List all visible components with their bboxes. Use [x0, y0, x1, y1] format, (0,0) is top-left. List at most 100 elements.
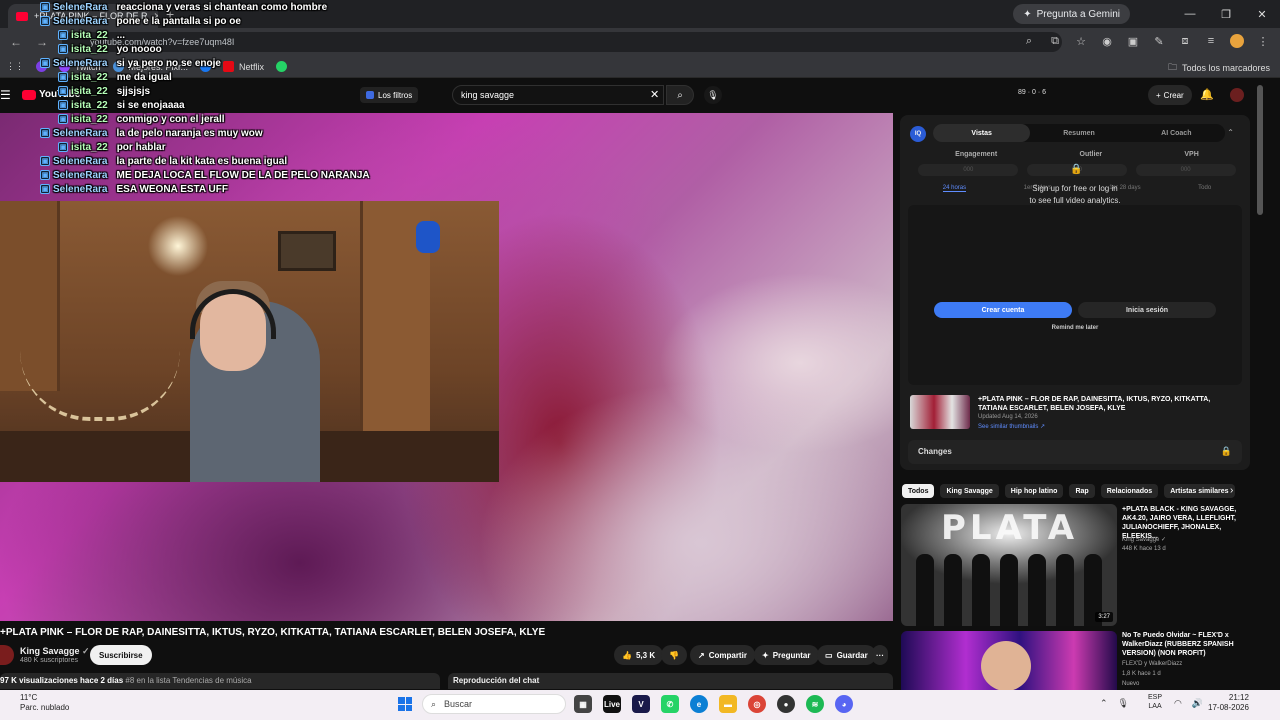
tab-resumen[interactable]: Resumen: [1030, 124, 1127, 142]
chat-replay-header[interactable]: Reproducción del chat: [448, 673, 893, 689]
taskbar-search-label: Buscar: [444, 699, 473, 709]
channel-name[interactable]: King Savagge ✓: [20, 646, 90, 657]
page-scrollbar[interactable]: [1257, 85, 1263, 215]
profile-avatar[interactable]: [1230, 34, 1244, 48]
similar-thumbnails-link[interactable]: See similar thumbnails ↗: [978, 423, 1045, 430]
spotify-icon[interactable]: ≋: [806, 695, 824, 713]
back-icon[interactable]: ←: [10, 35, 22, 49]
chip-relacionados[interactable]: Relacionados: [1100, 484, 1159, 498]
ask-button[interactable]: ✦ Preguntar: [754, 645, 819, 665]
cast-icon[interactable]: ⧉: [1048, 34, 1062, 48]
discord-icon[interactable]: ◕: [835, 695, 853, 713]
network-volume[interactable]: ◠ 🔊: [1174, 698, 1203, 709]
subscribe-button[interactable]: Suscribirse: [90, 645, 152, 665]
create-button[interactable]: + Crear: [1148, 85, 1192, 105]
chip-artistas-similares[interactable]: Artistas similares: [1164, 484, 1235, 498]
chat-text: sjjsjsjs: [116, 85, 151, 97]
chat-message: ▣ SeleneRara la de pelo naranja es muy wow: [40, 126, 600, 140]
recommendation-title[interactable]: No Te Puedo Olvidar ~ FLEX'D x WalkerDia…: [1122, 631, 1250, 658]
edge-icon[interactable]: e: [690, 695, 708, 713]
live-app-icon[interactable]: Live: [603, 695, 621, 713]
verified-icon: ✓: [82, 646, 90, 656]
recommendation-thumbnail[interactable]: PLATA 3:27: [901, 504, 1117, 626]
volume-icon: 🔊: [1191, 698, 1204, 708]
login-button[interactable]: Inicia sesión: [1078, 302, 1216, 318]
create-account-button[interactable]: Crear cuenta: [934, 302, 1072, 318]
menu-icon[interactable]: ⋮: [1256, 34, 1270, 48]
mic-tray-icon[interactable]: 🎙: [1118, 698, 1129, 709]
video-description[interactable]: 97 K visualizaciones hace 2 días #8 en l…: [0, 673, 440, 689]
clear-search-icon[interactable]: ✕: [650, 88, 659, 101]
taskbar-clock[interactable]: 21:12 17-08-2026: [1208, 693, 1249, 713]
gemini-button[interactable]: ✦ Pregunta a Gemini: [1013, 4, 1130, 24]
video-title: +PLATA PINK – FLOR DE RAP, DAINESITTA, I…: [0, 627, 546, 638]
voice-search-button[interactable]: 🎙: [704, 86, 722, 104]
lock-icon: 🔒: [1220, 446, 1232, 456]
whatsapp-icon[interactable]: ✆: [661, 695, 679, 713]
taskbar-search[interactable]: ⌕ Buscar: [422, 694, 566, 714]
recommendation-thumbnail[interactable]: [901, 631, 1117, 691]
extension-stats[interactable]: 89 · 0 · 6: [1018, 89, 1046, 96]
bookmark-star-icon[interactable]: ☆: [1074, 34, 1088, 48]
channel-avatar[interactable]: [0, 645, 14, 665]
chip-hip-hop-latino[interactable]: Hip hop latino: [1004, 484, 1064, 498]
share-button[interactable]: ↗ Compartir: [690, 645, 755, 665]
recommendation-channel[interactable]: King Savagge ✓: [1122, 536, 1166, 543]
trending-text[interactable]: #8 en la lista Tendencias de música: [125, 676, 251, 685]
chat-username: isita_22: [71, 43, 108, 55]
all-bookmarks-button[interactable]: 🗀 Todos los marcadores: [1168, 60, 1270, 76]
youtube-play-icon: [22, 89, 36, 100]
reading-list-icon[interactable]: ≡: [1204, 34, 1218, 48]
dislike-button[interactable]: 👎: [661, 645, 687, 665]
file-explorer-icon[interactable]: ▬: [719, 695, 737, 713]
changes-section[interactable]: Changes 🔒: [908, 440, 1242, 464]
chrome-icon[interactable]: ◎: [748, 695, 766, 713]
like-button[interactable]: 👍 5,3 K: [614, 645, 664, 665]
plus-icon: +: [1156, 90, 1161, 100]
user-avatar[interactable]: [1230, 88, 1244, 102]
translate-icon[interactable]: ▣: [1126, 34, 1140, 48]
remind-later-link[interactable]: Remind me later: [900, 325, 1250, 331]
chat-badge-icon: ▣: [40, 58, 50, 68]
analytics-panel: IQ Vistas Resumen AI Coach ⌃ Engagement …: [900, 115, 1250, 470]
chat-message: ▣ SeleneRara reacciona y veras si chantean…: [40, 0, 600, 14]
pen-icon[interactable]: ✎: [1152, 34, 1166, 48]
save-button[interactable]: ▭ Guardar: [817, 645, 876, 665]
search-button[interactable]: ⌕: [666, 85, 694, 105]
obs-icon[interactable]: ●: [777, 695, 795, 713]
puzzle-icon[interactable]: ⧈: [1178, 34, 1192, 48]
analytics-tabs: Vistas Resumen AI Coach: [933, 124, 1225, 142]
more-actions-button[interactable]: ···: [872, 645, 888, 665]
chat-text: ...: [116, 29, 126, 41]
extension-icon[interactable]: ◉: [1100, 34, 1114, 48]
tray-chevron-icon[interactable]: ⌃: [1100, 698, 1108, 709]
chip-todos[interactable]: Todos: [902, 484, 935, 498]
weather-widget[interactable]: 11°C Parc. nublado: [20, 693, 69, 713]
apps-icon[interactable]: ⋮⋮: [6, 61, 24, 72]
notifications-bell-icon[interactable]: 🔔: [1200, 88, 1214, 101]
tab-vistas[interactable]: Vistas: [933, 124, 1031, 142]
extension-stats-text: 89 · 0 · 6: [1018, 89, 1047, 96]
recommendation-channel[interactable]: FLEX'D y WalkerDiazz: [1122, 661, 1182, 667]
minimize-button[interactable]: —: [1172, 0, 1208, 28]
task-view-icon[interactable]: ▦: [574, 695, 592, 713]
windows-start-icon[interactable]: [398, 697, 412, 711]
hamburger-menu-icon[interactable]: ☰: [0, 88, 11, 102]
chevron-right-icon[interactable]: ›: [1230, 485, 1233, 496]
chip-king-savagge[interactable]: King Savagge: [940, 484, 999, 498]
search-icon: ⌕: [677, 89, 683, 101]
similar-thumbnail[interactable]: [910, 395, 970, 429]
collapse-chevron-icon[interactable]: ⌃: [1227, 128, 1234, 137]
locked-analytics-box: [908, 205, 1242, 385]
v-app-icon[interactable]: V: [632, 695, 650, 713]
analytics-logo: IQ: [910, 126, 926, 142]
chat-text: por hablar: [116, 141, 166, 153]
tab-ai-coach[interactable]: AI Coach: [1128, 124, 1225, 142]
webcam-overlay: [0, 201, 499, 482]
maximize-button[interactable]: ❐: [1208, 0, 1244, 28]
close-window-button[interactable]: ✕: [1244, 0, 1280, 28]
chip-rap[interactable]: Rap: [1069, 484, 1095, 498]
webcam-blue-object: [416, 221, 440, 253]
language-indicator[interactable]: ESP LAA: [1148, 693, 1162, 711]
zoom-icon[interactable]: ⌕: [1022, 34, 1036, 48]
